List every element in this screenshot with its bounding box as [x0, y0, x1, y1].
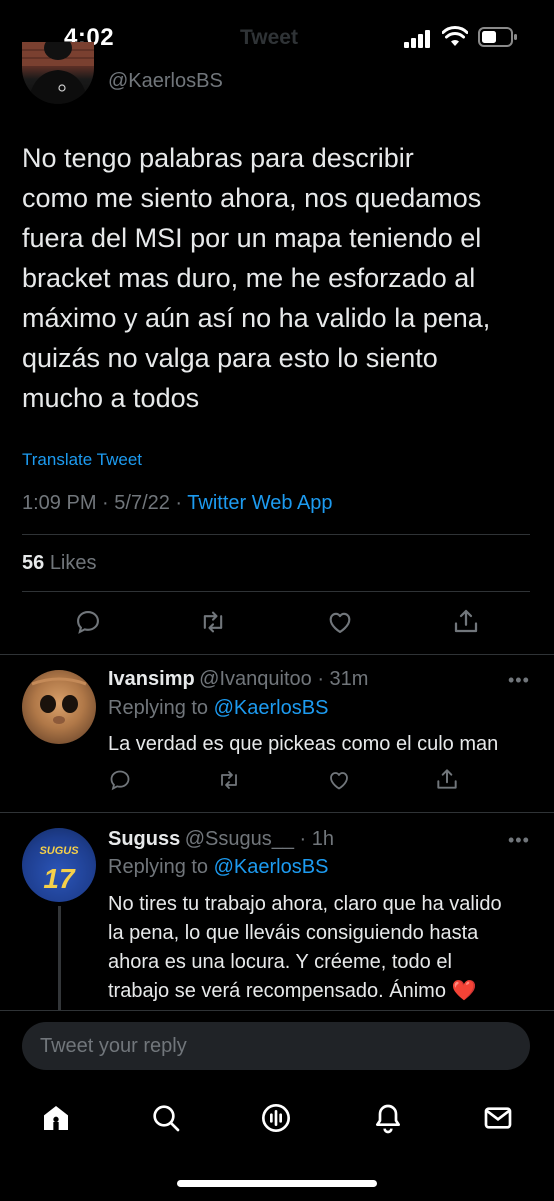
- avatar-logo-text: SUGUS: [39, 845, 79, 857]
- battery-icon: [478, 27, 518, 47]
- separator: ·: [293, 828, 312, 850]
- more-options-icon[interactable]: •••: [508, 670, 530, 691]
- spaces-icon[interactable]: [260, 1102, 292, 1134]
- reply-icon[interactable]: [108, 768, 132, 792]
- reply-text: No tires tu trabajo ahora, claro que ha …: [108, 893, 502, 1002]
- replying-to-mention[interactable]: @KaerlosBS: [214, 697, 329, 719]
- like-icon[interactable]: [326, 768, 352, 792]
- divider: [22, 534, 530, 535]
- search-icon[interactable]: [150, 1102, 182, 1134]
- tweet-time: 1:09 PM: [22, 492, 97, 514]
- thread-line: [58, 906, 61, 1012]
- header-title: Tweet: [240, 26, 298, 49]
- share-icon[interactable]: [451, 606, 481, 636]
- translate-tweet-link[interactable]: Translate Tweet: [22, 450, 142, 470]
- more-options-icon[interactable]: •••: [508, 830, 530, 851]
- replying-to-label: Replying to: [108, 856, 209, 878]
- wifi-icon: [442, 26, 468, 48]
- reply-header: Suguss @Ssugus__ · 1h: [108, 828, 508, 851]
- reply-icon[interactable]: [74, 608, 102, 636]
- divider: [0, 812, 554, 813]
- reply-author-name[interactable]: Ivansimp: [108, 668, 195, 690]
- divider: [0, 654, 554, 655]
- reply-header: Ivansimp @Ivanquitoo · 31m: [108, 668, 508, 691]
- home-icon[interactable]: [40, 1102, 72, 1134]
- messages-icon[interactable]: [482, 1102, 514, 1134]
- reply-author-handle[interactable]: @Ivanquitoo: [199, 668, 312, 690]
- reply-age: 31m: [329, 668, 369, 690]
- tweet-meta: 1:09 PM · 5/7/22 · Twitter Web App: [22, 492, 333, 514]
- replying-to: Replying to @KaerlosBS: [108, 697, 328, 720]
- retweet-icon[interactable]: [198, 608, 228, 636]
- signal-icon: [404, 30, 432, 48]
- author-handle[interactable]: @KaerlosBS: [108, 70, 223, 93]
- share-icon[interactable]: [434, 766, 460, 792]
- notifications-icon[interactable]: [372, 1102, 404, 1134]
- reply-input[interactable]: Tweet your reply: [22, 1022, 530, 1070]
- replying-to-mention[interactable]: @KaerlosBS: [214, 856, 329, 878]
- likes-number: 56: [22, 552, 45, 574]
- home-indicator[interactable]: [177, 1180, 377, 1187]
- reply-avatar[interactable]: [22, 670, 96, 744]
- author-avatar[interactable]: [22, 42, 94, 104]
- retweet-icon[interactable]: [216, 768, 242, 792]
- reply-author-name[interactable]: Suguss: [108, 828, 180, 850]
- likes-label: Likes: [49, 552, 97, 574]
- reply-author-handle[interactable]: @Ssugus__: [185, 828, 294, 850]
- replying-to-label: Replying to: [108, 697, 209, 719]
- avatar-number: 17: [43, 863, 76, 894]
- likes-count[interactable]: 56 Likes: [22, 552, 97, 575]
- replying-to: Replying to @KaerlosBS: [108, 856, 328, 879]
- divider: [22, 591, 530, 592]
- reply-avatar[interactable]: SUGUS 17: [22, 828, 96, 902]
- tweet-source-link[interactable]: Twitter Web App: [187, 492, 332, 514]
- reply-age: 1h: [311, 828, 334, 850]
- tweet-text: No tengo palabras para describir como me…: [22, 143, 491, 413]
- separator: ·: [311, 668, 330, 690]
- like-icon[interactable]: [325, 608, 355, 636]
- reply-text: La verdad es que pickeas como el culo ma…: [108, 733, 499, 755]
- tweet-date: 5/7/22: [114, 492, 170, 514]
